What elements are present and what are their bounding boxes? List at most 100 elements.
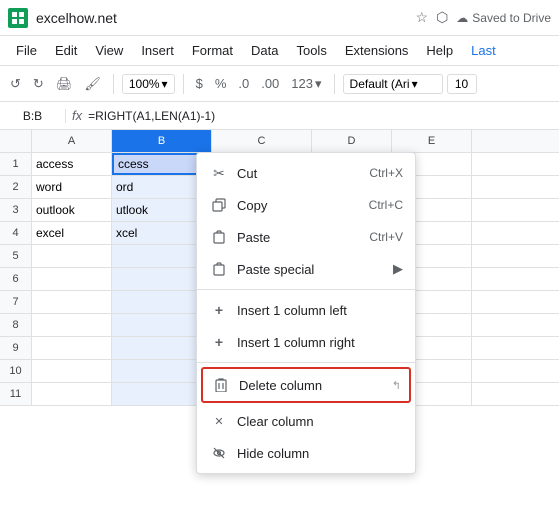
copy-icon: [209, 195, 229, 215]
menu-extensions[interactable]: Extensions: [337, 39, 417, 62]
row-number: 11: [0, 383, 32, 405]
print-icon[interactable]: 🖨: [52, 74, 77, 94]
ctx-delete-column-label: Delete column: [239, 378, 388, 393]
more-formats-btn[interactable]: 123 ▾: [287, 74, 325, 94]
font-chevron-icon: ▾: [412, 77, 418, 91]
zoom-control[interactable]: 100% ▾: [122, 74, 175, 94]
fx-label: fx: [72, 108, 82, 123]
ctx-paste[interactable]: Paste Ctrl+V: [197, 221, 415, 253]
cell-a3[interactable]: outlook: [32, 199, 112, 221]
ctx-separator-1: [197, 289, 415, 290]
star-icon[interactable]: ☆: [416, 9, 429, 26]
font-size-input[interactable]: 10: [447, 74, 477, 94]
toolbar-separator-2: [183, 74, 184, 94]
col-header-a[interactable]: A: [32, 130, 112, 152]
ctx-paste-shortcut: Ctrl+V: [369, 230, 403, 244]
delete-col-icon: [211, 375, 231, 395]
col-header-b[interactable]: B: [112, 130, 212, 152]
menu-format[interactable]: Format: [184, 39, 241, 62]
menu-view[interactable]: View: [87, 39, 131, 62]
ctx-delete-column[interactable]: Delete column ↰: [203, 369, 409, 401]
ctx-insert-col-right-label: Insert 1 column right: [237, 335, 403, 350]
ctx-copy[interactable]: Copy Ctrl+C: [197, 189, 415, 221]
row-number: 7: [0, 291, 32, 313]
cell-a2[interactable]: word: [32, 176, 112, 198]
row-number: 9: [0, 337, 32, 359]
cell-a4[interactable]: excel: [32, 222, 112, 244]
delete-col-wrapper: Delete column ↰: [201, 367, 411, 403]
ctx-cut-shortcut: Ctrl+X: [369, 166, 403, 180]
row-number: 8: [0, 314, 32, 336]
menu-data[interactable]: Data: [243, 39, 286, 62]
more-chevron-icon: ▾: [315, 76, 322, 92]
ctx-paste-special-label: Paste special: [237, 262, 393, 277]
toolbar-separator-3: [334, 74, 335, 94]
redo-icon[interactable]: ↻: [29, 74, 48, 94]
paste-special-arrow-icon: ▶: [393, 261, 403, 277]
percent-btn[interactable]: %: [211, 74, 231, 93]
row-number: 1: [0, 153, 32, 175]
ctx-clear-column[interactable]: ✕ Clear column: [197, 405, 415, 437]
cloud-icon: ☁: [456, 11, 468, 25]
context-menu: ✂ Cut Ctrl+X Copy Ctrl+C Paste Ctrl+V: [196, 152, 416, 474]
formula-bar: B:B fx =RIGHT(A1,LEN(A1)-1): [0, 102, 559, 130]
menu-last[interactable]: Last: [463, 39, 504, 62]
toolbar-separator-1: [113, 74, 114, 94]
decimal-left-btn[interactable]: .0: [234, 74, 253, 93]
row-num-header: [0, 130, 32, 152]
ctx-separator-2: [197, 362, 415, 363]
cell-a1[interactable]: access: [32, 153, 112, 175]
ctx-insert-col-left[interactable]: + Insert 1 column left: [197, 294, 415, 326]
clear-col-icon: ✕: [209, 411, 229, 431]
ctx-paste-special[interactable]: Paste special ▶: [197, 253, 415, 285]
toolbar: ↺ ↻ 🖨 🖌 100% ▾ $ % .0 .00 123 ▾ Default …: [0, 66, 559, 102]
row-number: 2: [0, 176, 32, 198]
row-number: 5: [0, 245, 32, 267]
col-header-d[interactable]: D: [312, 130, 392, 152]
menu-bar: File Edit View Insert Format Data Tools …: [0, 36, 559, 66]
currency-btn[interactable]: $: [192, 74, 207, 93]
menu-edit[interactable]: Edit: [47, 39, 85, 62]
save-status: ☁ Saved to Drive: [456, 11, 551, 25]
cut-icon: ✂: [209, 163, 229, 183]
app-icon: [8, 8, 28, 28]
ctx-copy-label: Copy: [237, 198, 369, 213]
row-number: 3: [0, 199, 32, 221]
ctx-clear-column-label: Clear column: [237, 414, 403, 429]
folder-icon[interactable]: ⬡: [436, 9, 448, 26]
paste-special-icon: [209, 259, 229, 279]
row-number: 6: [0, 268, 32, 290]
menu-tools[interactable]: Tools: [288, 39, 334, 62]
document-title: excelhow.net: [36, 10, 408, 26]
ctx-insert-col-right[interactable]: + Insert 1 column right: [197, 326, 415, 358]
cursor-indicator: ↰: [392, 379, 401, 392]
col-header-c[interactable]: C: [212, 130, 312, 152]
undo-icon[interactable]: ↺: [6, 74, 25, 94]
paste-icon: [209, 227, 229, 247]
title-bar: excelhow.net ☆ ⬡ ☁ Saved to Drive: [0, 0, 559, 36]
menu-help[interactable]: Help: [418, 39, 461, 62]
insert-right-icon: +: [209, 332, 229, 352]
column-headers: A B C D E: [0, 130, 559, 153]
font-selector[interactable]: Default (Ari ▾: [343, 74, 443, 94]
menu-file[interactable]: File: [8, 39, 45, 62]
ctx-cut-label: Cut: [237, 166, 369, 181]
row-number: 10: [0, 360, 32, 382]
formula-input[interactable]: =RIGHT(A1,LEN(A1)-1): [88, 109, 553, 123]
col-header-e[interactable]: E: [392, 130, 472, 152]
cell-reference[interactable]: B:B: [6, 109, 66, 123]
zoom-chevron-icon: ▾: [162, 77, 168, 91]
ctx-copy-shortcut: Ctrl+C: [369, 198, 403, 212]
decimal-right-btn[interactable]: .00: [257, 74, 283, 93]
hide-col-icon: [209, 443, 229, 463]
ctx-paste-label: Paste: [237, 230, 369, 245]
ctx-hide-column-label: Hide column: [237, 446, 403, 461]
ctx-insert-col-left-label: Insert 1 column left: [237, 303, 403, 318]
ctx-cut[interactable]: ✂ Cut Ctrl+X: [197, 157, 415, 189]
ctx-hide-column[interactable]: Hide column: [197, 437, 415, 469]
menu-insert[interactable]: Insert: [133, 39, 182, 62]
paint-format-icon[interactable]: 🖌: [80, 74, 105, 94]
row-number: 4: [0, 222, 32, 244]
cell-a5[interactable]: [32, 245, 112, 267]
insert-left-icon: +: [209, 300, 229, 320]
